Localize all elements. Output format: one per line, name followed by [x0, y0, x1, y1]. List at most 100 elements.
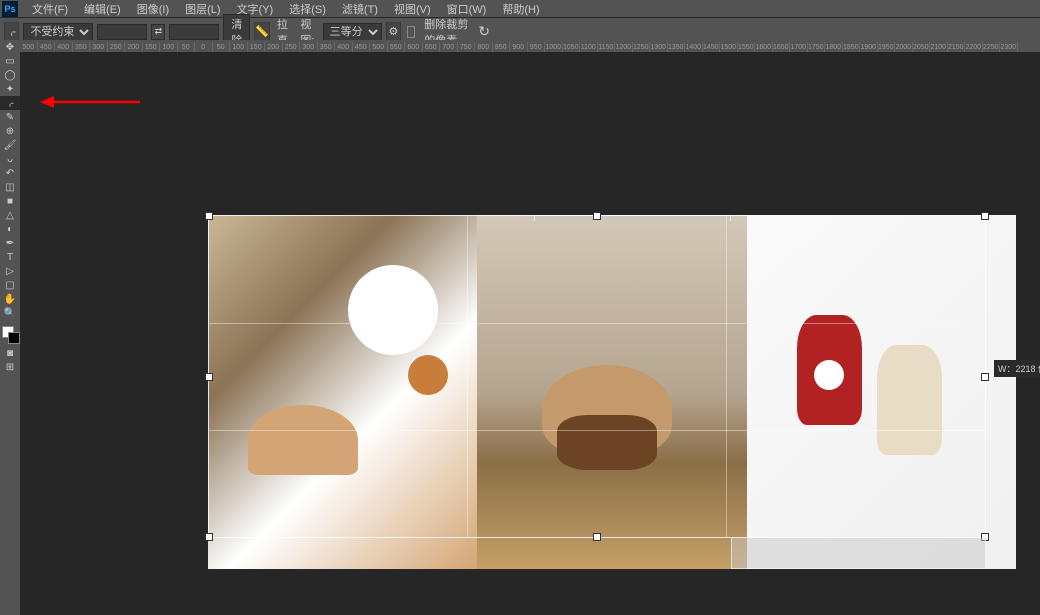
crop-height-input[interactable]: [169, 24, 219, 40]
ruler-tick: 500: [370, 42, 388, 52]
tool-zoom[interactable]: 🔍: [0, 306, 20, 320]
tool-marquee[interactable]: ▭: [0, 54, 20, 68]
ruler-tick: 1050: [563, 42, 581, 52]
ruler-tick: 1800: [825, 42, 843, 52]
menu-image[interactable]: 图像(I): [129, 0, 177, 19]
ruler-tick: 400: [335, 42, 353, 52]
ruler-tick: 1250: [633, 42, 651, 52]
dimension-tooltip: W：2218 像素: [994, 360, 1040, 377]
view-select[interactable]: 三等分: [323, 23, 382, 41]
color-swatches[interactable]: [0, 326, 20, 346]
menu-layer[interactable]: 图层(L): [177, 0, 228, 19]
ruler-tick: 2250: [983, 42, 1001, 52]
tool-hand[interactable]: ✋: [0, 292, 20, 306]
tool-screenmode[interactable]: ⊞: [0, 360, 20, 374]
ruler-tick: 50: [178, 42, 196, 52]
tool-brush[interactable]: 🖌: [0, 138, 20, 152]
tool-blur[interactable]: △: [0, 208, 20, 222]
overlay-options-icon[interactable]: ⚙: [386, 22, 401, 42]
image-pane-1: [208, 215, 477, 569]
ruler-tick: 300: [300, 42, 318, 52]
menu-file[interactable]: 文件(F): [24, 0, 76, 19]
document: [208, 215, 1016, 569]
ruler-tick: 2300: [1000, 42, 1018, 52]
ruler-tick: 600: [405, 42, 423, 52]
ruler-tick: 850: [493, 42, 511, 52]
tool-wand[interactable]: ✦: [0, 82, 20, 96]
image-pane-2: [477, 215, 746, 569]
ruler-tick: 1400: [685, 42, 703, 52]
ruler-tick: 1000: [545, 42, 563, 52]
tool-heal[interactable]: ⊕: [0, 124, 20, 138]
ruler-tick: 250: [283, 42, 301, 52]
reset-icon[interactable]: ↻: [478, 23, 490, 40]
ruler-tick: 2150: [948, 42, 966, 52]
ruler-tick: 250: [108, 42, 126, 52]
ruler-tick: 1900: [860, 42, 878, 52]
ruler-tick: 900: [510, 42, 528, 52]
red-arrow-annotation: [40, 96, 140, 108]
ruler-tick: 700: [440, 42, 458, 52]
ruler-tick: 100: [230, 42, 248, 52]
ruler-tick: 550: [388, 42, 406, 52]
crop-width-input[interactable]: [97, 24, 147, 40]
menu-help[interactable]: 帮助(H): [494, 0, 547, 19]
background-color[interactable]: [8, 332, 20, 344]
ruler-tick: 1150: [598, 42, 616, 52]
straighten-icon[interactable]: 📏: [254, 22, 270, 42]
tool-stamp[interactable]: ᴗ: [0, 152, 20, 166]
ruler-tick: 650: [423, 42, 441, 52]
ruler-tick: 750: [458, 42, 476, 52]
ruler-tick: 200: [265, 42, 283, 52]
ruler-tick: 100: [160, 42, 178, 52]
ruler-tick: 450: [353, 42, 371, 52]
ruler-tick: 2050: [913, 42, 931, 52]
ruler-tick: 350: [318, 42, 336, 52]
tool-quickmask[interactable]: ◙: [0, 346, 20, 360]
tool-eyedropper[interactable]: ✎: [0, 110, 20, 124]
ruler-tick: 1300: [650, 42, 668, 52]
ruler-tick: 350: [73, 42, 91, 52]
tool-history[interactable]: ↶: [0, 166, 20, 180]
crop-tool-icon[interactable]: ⌌: [4, 22, 19, 42]
tool-type[interactable]: T: [0, 250, 20, 264]
ruler-tick: 2000: [895, 42, 913, 52]
ruler-tick: 1350: [668, 42, 686, 52]
menubar: Ps 文件(F) 编辑(E) 图像(I) 图层(L) 文字(Y) 选择(S) 滤…: [0, 0, 1040, 18]
toolbar: ✥▭◯✦⌌✎⊕🖌ᴗ↶◫■△◐✒T▷▢✋🔍 ◙⊞: [0, 40, 20, 615]
delete-pixels-check[interactable]: [407, 26, 415, 38]
canvas-area[interactable]: W：2218 像素: [20, 52, 1040, 615]
ruler-tick: 1200: [615, 42, 633, 52]
ruler-tick: 150: [248, 42, 266, 52]
tool-dodge[interactable]: ◐: [0, 222, 20, 236]
tool-pen[interactable]: ✒: [0, 236, 20, 250]
tool-move[interactable]: ✥: [0, 40, 20, 54]
ruler-tick: 950: [528, 42, 546, 52]
ruler-tick: 450: [38, 42, 56, 52]
ruler-tick: 2200: [965, 42, 983, 52]
ruler-tick: 1850: [843, 42, 861, 52]
swap-dims[interactable]: ⇄: [151, 24, 165, 40]
ruler-horizontal: 5004504003503002502001501005005010015020…: [20, 40, 1040, 52]
ruler-tick: 1600: [755, 42, 773, 52]
ruler-tick: 400: [55, 42, 73, 52]
ratio-select[interactable]: 不受约束: [23, 23, 93, 41]
ruler-tick: 1500: [720, 42, 738, 52]
tool-lasso[interactable]: ◯: [0, 68, 20, 82]
tool-gradient[interactable]: ■: [0, 194, 20, 208]
tool-shape[interactable]: ▢: [0, 278, 20, 292]
ruler-tick: 0: [195, 42, 213, 52]
tool-path[interactable]: ▷: [0, 264, 20, 278]
ruler-tick: 1950: [878, 42, 896, 52]
menu-filter[interactable]: 滤镜(T): [334, 0, 386, 19]
tool-eraser[interactable]: ◫: [0, 180, 20, 194]
ps-logo: Ps: [2, 1, 18, 17]
ruler-tick: 1650: [773, 42, 791, 52]
tool-crop[interactable]: ⌌: [0, 96, 20, 110]
ruler-tick: 50: [213, 42, 231, 52]
ruler-tick: 1700: [790, 42, 808, 52]
ruler-tick: 800: [475, 42, 493, 52]
ruler-tick: 1450: [703, 42, 721, 52]
ruler-tick: 2100: [930, 42, 948, 52]
menu-edit[interactable]: 编辑(E): [76, 0, 129, 19]
